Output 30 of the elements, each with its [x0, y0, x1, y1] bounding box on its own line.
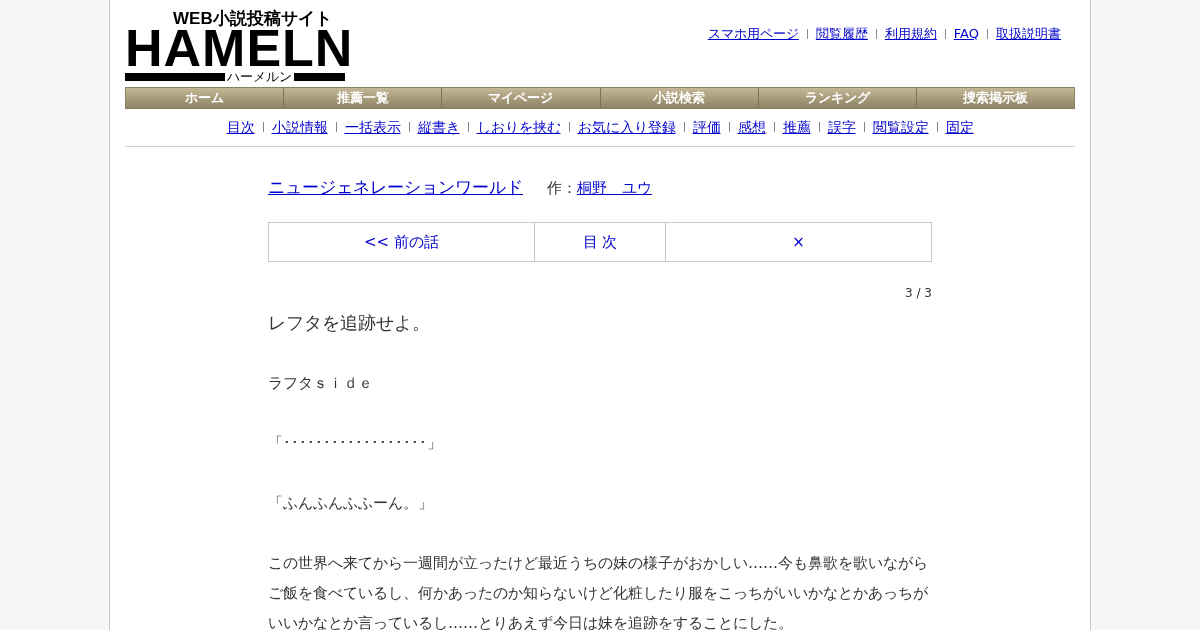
novel-link[interactable]: お気に入り登録 [577, 116, 676, 138]
header-link[interactable]: 取扱説明書 [996, 24, 1061, 44]
novel-link[interactable]: 縦書き [417, 116, 460, 138]
pager-link[interactable]: << 前の話 [269, 223, 534, 261]
body-paragraph: 「ふんふんふふーん。」 [268, 493, 434, 514]
novel-link[interactable]: 目次 [226, 116, 255, 138]
novel-link[interactable]: 評価 [692, 116, 721, 138]
novel-link[interactable]: しおりを挟む [476, 116, 561, 138]
novel-title-link[interactable]: ニュージェネレーションワールド [268, 174, 523, 200]
author-label: 作： [547, 177, 577, 199]
page-counter: 3 / 3 [905, 285, 932, 302]
novel-link[interactable]: 固定 [945, 116, 974, 138]
header-link[interactable]: スマホ用ページ [707, 24, 799, 44]
logo-bar [294, 72, 345, 81]
body-paragraph: 「･･････････････････」 [268, 433, 443, 454]
novel-link[interactable]: 閲覧設定 [872, 116, 929, 138]
novel-link[interactable]: 推薦 [782, 116, 811, 138]
author-link[interactable]: 桐野 ユウ [577, 176, 652, 199]
novel-link[interactable]: 誤字 [827, 116, 856, 138]
body-paragraph: ラフタｓｉｄｅ [268, 373, 374, 394]
chapter-title: レフタを追跡せよ。 [268, 311, 431, 335]
header-link[interactable]: 利用規約 [884, 24, 937, 44]
novel-link[interactable]: 感想 [737, 116, 766, 138]
novel-link[interactable]: 小説情報 [271, 116, 328, 138]
logo-reading: ハーメルン [226, 70, 293, 83]
pager-link[interactable]: × [666, 223, 931, 261]
header-link[interactable]: 閲覧履歴 [815, 24, 868, 44]
header-link[interactable]: FAQ [953, 24, 979, 44]
novel-link[interactable]: 一括表示 [344, 116, 401, 138]
pager-link[interactable]: 目 次 [534, 223, 666, 261]
